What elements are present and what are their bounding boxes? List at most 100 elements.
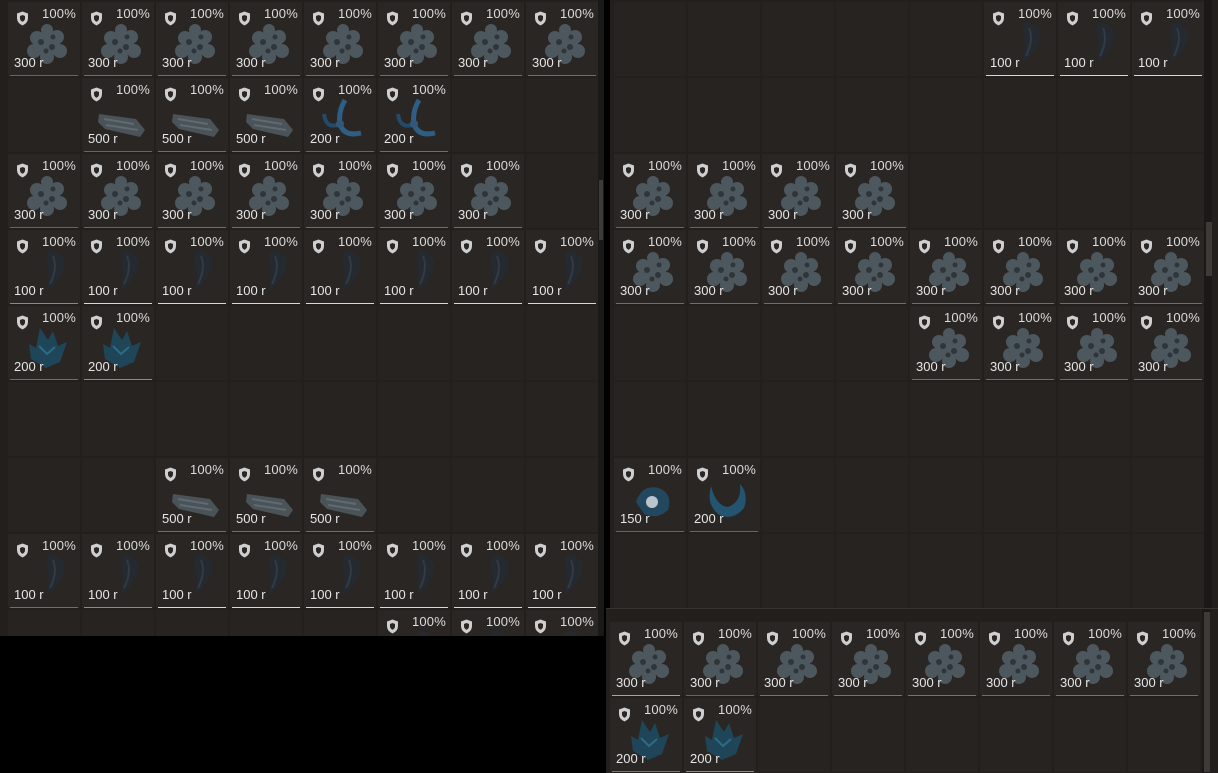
item-slot-claw[interactable]: 100% 100 r: [526, 534, 598, 608]
item-slot-coral[interactable]: 100% 300 r: [1054, 622, 1126, 696]
empty-slot[interactable]: [1132, 154, 1204, 228]
empty-slot[interactable]: [688, 382, 760, 456]
empty-slot[interactable]: [762, 458, 834, 532]
empty-slot[interactable]: [8, 458, 80, 532]
item-slot-coral[interactable]: 100% 300 r: [1132, 230, 1204, 304]
item-slot-coral[interactable]: 100% 300 r: [1132, 306, 1204, 380]
left-scrollbar-thumb[interactable]: [599, 180, 603, 240]
empty-slot[interactable]: [82, 382, 154, 456]
empty-slot[interactable]: [526, 154, 598, 228]
empty-slot[interactable]: [378, 382, 450, 456]
item-slot-coral[interactable]: 100% 300 r: [614, 154, 686, 228]
item-slot-coral[interactable]: 100% 300 r: [1058, 306, 1130, 380]
item-slot-claw[interactable]: 100% 100 r: [230, 230, 302, 304]
empty-slot[interactable]: [82, 610, 154, 636]
empty-slot[interactable]: [526, 306, 598, 380]
item-slot-claw[interactable]: 100% 100 r: [304, 534, 376, 608]
empty-slot[interactable]: [378, 458, 450, 532]
item-slot-claw[interactable]: 100% 100 r: [156, 230, 228, 304]
item-slot-log[interactable]: 100% 500 r: [304, 458, 376, 532]
empty-slot[interactable]: [980, 698, 1052, 772]
item-slot-coral[interactable]: 100% 300 r: [304, 154, 376, 228]
empty-slot[interactable]: [230, 306, 302, 380]
item-slot-coral[interactable]: 100% 300 r: [526, 2, 598, 76]
item-slot-coral[interactable]: 100% 300 r: [836, 154, 908, 228]
item-slot-log[interactable]: 100% 500 r: [82, 78, 154, 152]
item-slot-coral[interactable]: 100% 300 r: [1058, 230, 1130, 304]
empty-slot[interactable]: [614, 78, 686, 152]
item-slot-coral[interactable]: 100% 300 r: [378, 2, 450, 76]
item-slot-log[interactable]: 100% 500 r: [230, 458, 302, 532]
empty-slot[interactable]: [614, 382, 686, 456]
empty-slot[interactable]: [762, 382, 834, 456]
item-slot-claw[interactable]: 100% 100 r: [452, 230, 524, 304]
empty-slot[interactable]: [832, 698, 904, 772]
empty-slot[interactable]: [230, 610, 302, 636]
item-slot-claw[interactable]: 100% 100 r: [8, 230, 80, 304]
item-slot-coral[interactable]: 100% 300 r: [614, 230, 686, 304]
item-slot-pearl[interactable]: 100% 150 r: [614, 458, 686, 532]
empty-slot[interactable]: [156, 610, 228, 636]
empty-slot[interactable]: [688, 306, 760, 380]
item-slot-crystal[interactable]: 100% 200 r: [684, 698, 756, 772]
empty-slot[interactable]: [82, 458, 154, 532]
empty-slot[interactable]: [910, 154, 982, 228]
empty-slot[interactable]: [230, 382, 302, 456]
empty-slot[interactable]: [8, 382, 80, 456]
empty-slot[interactable]: [1128, 698, 1200, 772]
empty-slot[interactable]: [156, 382, 228, 456]
item-slot-coral[interactable]: 100% 300 r: [980, 622, 1052, 696]
item-slot-coral[interactable]: 100% 300 r: [304, 2, 376, 76]
item-slot-hook[interactable]: 100% 200 r: [304, 78, 376, 152]
empty-slot[interactable]: [452, 458, 524, 532]
item-slot-coral[interactable]: 100% 300 r: [758, 622, 830, 696]
empty-slot[interactable]: [1132, 458, 1204, 532]
empty-slot[interactable]: [1058, 78, 1130, 152]
item-slot-log[interactable]: 100% 500 r: [156, 458, 228, 532]
item-slot-crystal[interactable]: 100% 200 r: [610, 698, 682, 772]
empty-slot[interactable]: [1132, 382, 1204, 456]
item-slot-coral[interactable]: 100% 300 r: [8, 154, 80, 228]
item-slot-claw[interactable]: 100% 100 r: [156, 534, 228, 608]
item-slot-coral[interactable]: 100% 300 r: [156, 2, 228, 76]
empty-slot[interactable]: [452, 306, 524, 380]
item-slot-claw[interactable]: 100% 100 r: [230, 534, 302, 608]
item-slot-coral[interactable]: 100% 300 r: [452, 154, 524, 228]
empty-slot[interactable]: [614, 2, 686, 76]
empty-slot[interactable]: [1132, 534, 1204, 608]
empty-slot[interactable]: [984, 458, 1056, 532]
item-slot-coral[interactable]: 100% 300 r: [688, 230, 760, 304]
empty-slot[interactable]: [1058, 534, 1130, 608]
empty-slot[interactable]: [1054, 698, 1126, 772]
empty-slot[interactable]: [762, 534, 834, 608]
item-slot-coral[interactable]: 100% 300 r: [8, 2, 80, 76]
empty-slot[interactable]: [910, 78, 982, 152]
item-slot-claw[interactable]: 100% 100 r: [8, 534, 80, 608]
item-slot-coral[interactable]: 100% 300 r: [910, 230, 982, 304]
item-slot-claw[interactable]: 100% 100 r: [1132, 2, 1204, 76]
empty-slot[interactable]: [688, 78, 760, 152]
item-slot-coral[interactable]: 100% 300 r: [688, 154, 760, 228]
item-slot-coral[interactable]: 100% 300 r: [910, 306, 982, 380]
empty-slot[interactable]: [910, 458, 982, 532]
empty-slot[interactable]: [836, 534, 908, 608]
empty-slot[interactable]: [762, 2, 834, 76]
right-scrollbar-track[interactable]: [1204, 0, 1212, 608]
empty-slot[interactable]: [526, 458, 598, 532]
empty-slot[interactable]: [910, 382, 982, 456]
item-slot-coral[interactable]: 100% 300 r: [230, 2, 302, 76]
item-slot-coral[interactable]: 100% 300 r: [984, 230, 1056, 304]
empty-slot[interactable]: [614, 534, 686, 608]
empty-slot[interactable]: [614, 306, 686, 380]
empty-slot[interactable]: [984, 154, 1056, 228]
empty-slot[interactable]: [526, 78, 598, 152]
empty-slot[interactable]: [836, 306, 908, 380]
item-slot-coral[interactable]: 100% 300 r: [610, 622, 682, 696]
empty-slot[interactable]: [688, 534, 760, 608]
empty-slot[interactable]: [1058, 458, 1130, 532]
empty-slot[interactable]: [1058, 382, 1130, 456]
empty-slot[interactable]: [984, 382, 1056, 456]
empty-slot[interactable]: [910, 2, 982, 76]
item-slot-hook[interactable]: 100% 200 r: [378, 78, 450, 152]
empty-slot[interactable]: [836, 458, 908, 532]
